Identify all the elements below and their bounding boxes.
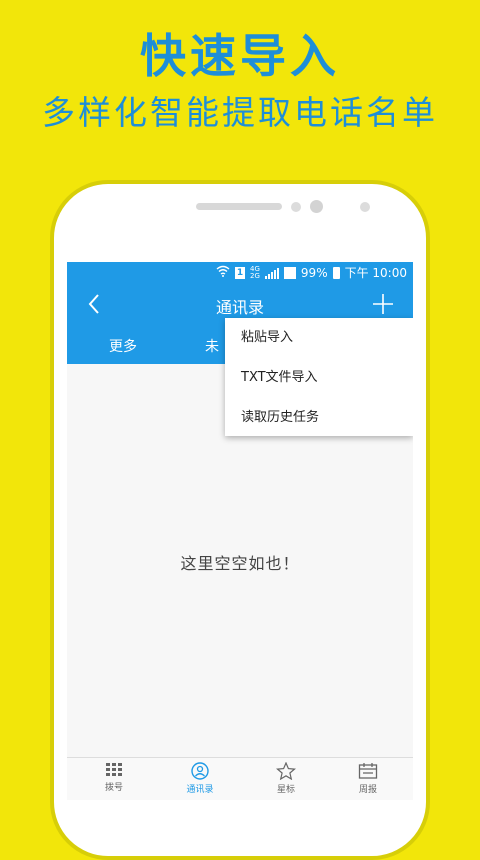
empty-state-text: 这里空空如也！ [180,554,300,573]
phone-camera [310,200,323,213]
nav-label: 周报 [358,785,377,795]
nav-label: 通讯录 [186,785,214,795]
promo-headline: 快速导入 [140,29,340,83]
dialpad-icon [84,762,144,778]
bottom-nav: 拨号 通讯录 星标 周报 [67,757,413,800]
promo-subline: 多样化智能提取电话名单 [42,93,438,132]
menu-item-paste-import[interactable]: 粘贴导入 [225,318,413,358]
menu-item-txt-import[interactable]: TXT文件导入 [225,358,413,398]
wifi-icon [216,265,230,280]
phone-speaker [196,203,282,210]
battery-icon [332,266,340,279]
status-bar: 1 4G 2G 99% 下午 10:00 [67,262,413,282]
network-type: 4G 2G [250,265,260,280]
battery-percent: 99% [300,265,328,280]
card-icon [283,266,296,279]
calendar-icon [338,762,398,780]
network-bottom: 2G [250,271,260,280]
nav-label: 星标 [276,785,295,795]
plus-icon[interactable] [371,292,395,316]
tab-more[interactable]: 更多 [109,336,137,356]
phone-sensor [291,202,301,212]
nav-item-weekly[interactable]: 周报 [338,762,398,795]
status-time: 下午 10:00 [344,266,407,280]
nav-item-contacts[interactable]: 通讯录 [170,762,230,795]
tab-partial[interactable]: 未 [205,336,219,356]
import-dropdown-menu: 粘贴导入 TXT文件导入 读取历史任务 [225,318,413,436]
phone-screen: 1 4G 2G 99% 下午 10:00 通讯录 更多 未 粘贴导入 TXT文件… [67,262,413,800]
nav-item-dial[interactable]: 拨号 [84,762,144,793]
phone-sensor-right [360,202,370,212]
nav-label: 拨号 [104,783,123,793]
sim-icon: 1 [235,266,246,279]
menu-item-history-task[interactable]: 读取历史任务 [225,398,413,438]
nav-item-starred[interactable]: 星标 [256,762,316,795]
contacts-icon [170,762,230,780]
signal-icon [264,267,279,279]
star-icon [256,762,316,780]
page-title: 通讯录 [215,298,264,317]
